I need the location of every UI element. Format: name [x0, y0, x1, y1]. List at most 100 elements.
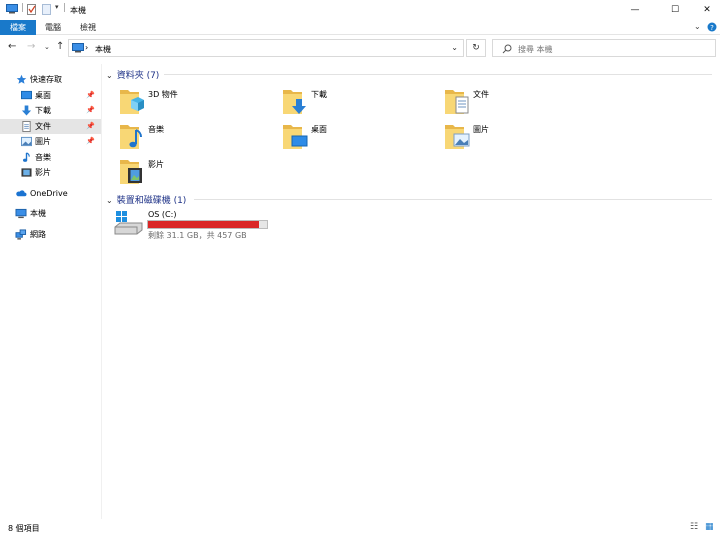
- up-icon[interactable]: ↑: [56, 41, 64, 52]
- drive-name: OS (C:): [148, 210, 177, 219]
- address-dropdown-chevron-icon[interactable]: ⌄: [451, 43, 458, 52]
- folder-tile-documents[interactable]: 文件: [444, 87, 594, 123]
- folder-label: 圖片: [473, 125, 489, 134]
- this-pc-icon: [6, 4, 18, 14]
- this-pc-icon: [15, 208, 27, 219]
- music-folder-icon: [120, 125, 142, 149]
- drive-usage-fill: [148, 221, 259, 228]
- sidebar-item-pictures[interactable]: 圖片 📌: [0, 134, 101, 149]
- title-bar: | ▾ | 本機 — ☐ ✕: [0, 0, 720, 19]
- sidebar-item-videos[interactable]: 影片: [0, 165, 101, 180]
- music-icon: [23, 152, 30, 162]
- search-icon: [502, 44, 512, 54]
- new-folder-icon[interactable]: [42, 4, 51, 15]
- sidebar-item-network[interactable]: 網路: [0, 227, 101, 242]
- search-box[interactable]: 搜尋 本機: [492, 39, 716, 57]
- svg-text:?: ?: [710, 24, 714, 32]
- customize-toolbar-chevron-icon[interactable]: ▾: [55, 3, 59, 11]
- pictures-icon: [21, 136, 32, 147]
- sidebar-item-this-pc[interactable]: 本機: [0, 206, 101, 221]
- 3d-objects-icon: [120, 90, 144, 114]
- pictures-folder-icon: [445, 125, 470, 149]
- help-icon[interactable]: ?: [707, 22, 717, 32]
- ribbon-tabs: 檔案 電腦 檢視 ⌄ ?: [0, 19, 720, 35]
- videos-folder-icon: [120, 160, 142, 184]
- folders-group-header[interactable]: ⌄ 資料夾 (7): [106, 68, 159, 81]
- item-count: 8 個項目: [8, 524, 40, 533]
- download-icon: [21, 105, 32, 116]
- videos-icon: [21, 168, 32, 177]
- desktop-icon: [21, 90, 32, 100]
- large-icons-view-icon[interactable]: ▦: [705, 522, 714, 532]
- minimize-button[interactable]: —: [618, 0, 652, 19]
- drive-usage-bar: [147, 220, 268, 229]
- folder-label: 影片: [148, 160, 164, 169]
- collapse-chevron-icon[interactable]: ⌄: [106, 71, 113, 80]
- close-button[interactable]: ✕: [690, 0, 720, 19]
- breadcrumb-this-pc[interactable]: 本機: [95, 44, 111, 55]
- address-bar[interactable]: › 本機 ⌄: [68, 39, 464, 57]
- folder-tile-3d-objects[interactable]: 3D 物件: [119, 87, 269, 123]
- back-icon[interactable]: ←: [8, 41, 16, 52]
- collapse-chevron-icon[interactable]: ⌄: [106, 196, 113, 205]
- pin-icon[interactable]: 📌: [86, 134, 95, 149]
- folder-tile-pictures[interactable]: 圖片: [444, 122, 594, 158]
- sidebar-item-label: 網路: [30, 230, 46, 239]
- this-pc-icon: [72, 43, 84, 53]
- sidebar-item-label: OneDrive: [30, 189, 68, 198]
- pin-icon[interactable]: 📌: [86, 119, 95, 134]
- folder-tile-music[interactable]: 音樂: [119, 122, 269, 158]
- group-title: 資料夾 (7): [116, 71, 160, 81]
- refresh-icon: ↻: [472, 43, 480, 53]
- separator: |: [21, 3, 25, 13]
- sidebar-item-label: 下載: [35, 106, 51, 115]
- search-placeholder: 搜尋 本機: [518, 45, 553, 54]
- folder-label: 下載: [311, 90, 327, 99]
- drive-space-text: 剩餘 31.1 GB，共 457 GB: [148, 231, 247, 240]
- drive-tile-os-c[interactable]: OS (C:) 剩餘 31.1 GB，共 457 GB: [114, 208, 274, 240]
- expand-ribbon-chevron-icon[interactable]: ⌄: [694, 22, 701, 31]
- navigation-bar: ← → ⌄ ↑ › 本機 ⌄ ↻ 搜尋 本機: [0, 38, 720, 58]
- tab-view[interactable]: 檢視: [72, 20, 104, 35]
- group-divider: [164, 74, 712, 75]
- sidebar-item-quick-access[interactable]: 快速存取: [0, 72, 101, 87]
- desktop-folder-icon: [283, 125, 308, 149]
- sidebar-item-downloads[interactable]: 下載 📌: [0, 103, 101, 118]
- sidebar-item-label: 圖片: [35, 137, 51, 146]
- sidebar-item-label: 音樂: [35, 153, 51, 162]
- sidebar-item-music[interactable]: 音樂: [0, 150, 101, 165]
- sidebar-item-documents[interactable]: 文件 📌: [0, 119, 101, 134]
- folder-label: 桌面: [311, 125, 327, 134]
- network-icon: [15, 229, 27, 240]
- sidebar-item-label: 影片: [35, 168, 51, 177]
- properties-icon[interactable]: [27, 4, 37, 15]
- recent-locations-chevron-icon[interactable]: ⌄: [44, 43, 50, 51]
- folder-label: 文件: [473, 90, 489, 99]
- star-icon: [16, 74, 27, 84]
- sidebar-item-onedrive[interactable]: OneDrive: [0, 186, 101, 201]
- sidebar-item-label: 本機: [30, 209, 46, 218]
- sidebar-item-label: 快速存取: [30, 75, 62, 84]
- devices-group-header[interactable]: ⌄ 裝置和磁碟機 (1): [106, 193, 186, 206]
- pin-icon[interactable]: 📌: [86, 88, 95, 103]
- maximize-button[interactable]: ☐: [658, 0, 692, 19]
- folder-tile-videos[interactable]: 影片: [119, 157, 269, 193]
- group-title: 裝置和磁碟機 (1): [116, 196, 187, 206]
- folder-tile-desktop[interactable]: 桌面: [282, 122, 432, 158]
- separator: |: [63, 3, 67, 13]
- folder-tile-downloads[interactable]: 下載: [282, 87, 432, 123]
- hard-drive-icon: [114, 211, 143, 235]
- folder-label: 音樂: [148, 125, 164, 134]
- tab-computer[interactable]: 電腦: [37, 20, 69, 35]
- downloads-folder-icon: [283, 90, 306, 114]
- forward-icon[interactable]: →: [27, 41, 35, 52]
- refresh-button[interactable]: ↻: [466, 39, 486, 57]
- pin-icon[interactable]: 📌: [86, 103, 95, 118]
- group-divider: [194, 199, 712, 200]
- tab-file[interactable]: 檔案: [0, 20, 36, 35]
- documents-icon: [22, 121, 31, 132]
- details-view-icon[interactable]: ☷: [690, 522, 698, 532]
- documents-folder-icon: [445, 90, 469, 114]
- breadcrumb-separator[interactable]: ›: [85, 43, 88, 52]
- sidebar-item-desktop[interactable]: 桌面 📌: [0, 88, 101, 103]
